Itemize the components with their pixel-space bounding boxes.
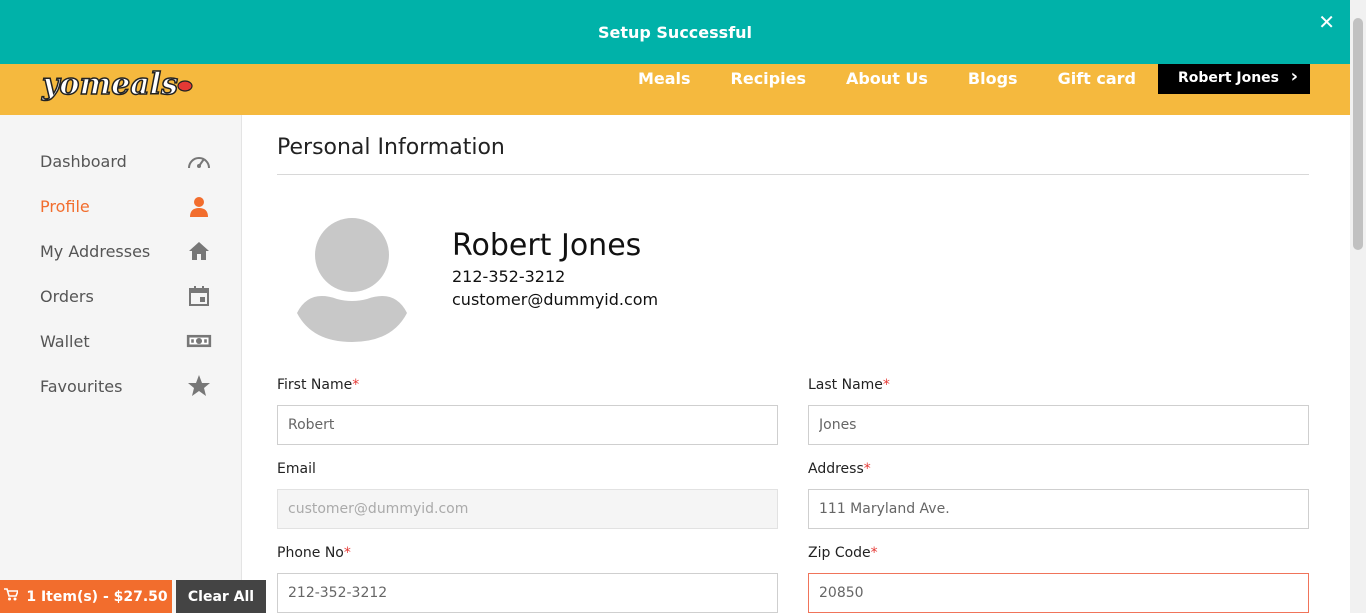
sidebar: Dashboard Profile My Addresses Orders Wa… bbox=[0, 115, 242, 613]
page-title: Personal Information bbox=[277, 135, 505, 160]
first-name-field[interactable] bbox=[277, 405, 778, 445]
page-scrollbar[interactable] bbox=[1350, 0, 1366, 613]
email-label: Email bbox=[277, 461, 316, 477]
sidebar-item-my-addresses[interactable]: My Addresses bbox=[40, 236, 212, 266]
user-menu-button[interactable]: Robert Jones › bbox=[1158, 62, 1310, 94]
title-divider bbox=[277, 174, 1309, 175]
last-name-field[interactable] bbox=[808, 405, 1309, 445]
main-nav: Meals Recipies About Us Blogs Gift card … bbox=[598, 62, 1310, 94]
profile-name: Robert Jones bbox=[452, 228, 642, 263]
toast-message: Setup Successful bbox=[597, 22, 753, 42]
cart-summary-label: 1 Item(s) - $27.50 bbox=[26, 588, 168, 605]
clear-all-button[interactable]: Clear All bbox=[176, 580, 266, 613]
nav-recipies[interactable]: Recipies bbox=[731, 69, 806, 88]
sidebar-item-dashboard[interactable]: Dashboard bbox=[40, 146, 212, 176]
speedometer-icon bbox=[186, 148, 212, 174]
sidebar-item-label: Orders bbox=[40, 286, 94, 306]
last-name-label: Last Name* bbox=[808, 377, 890, 393]
star-icon bbox=[186, 373, 212, 399]
email-field bbox=[277, 489, 778, 529]
success-toast: Setup Successful ✕ bbox=[0, 0, 1350, 64]
cart-icon bbox=[4, 588, 20, 605]
phone-field[interactable] bbox=[277, 573, 778, 613]
chevron-right-icon: › bbox=[1290, 66, 1298, 87]
home-icon bbox=[186, 238, 212, 264]
sidebar-item-wallet[interactable]: Wallet bbox=[40, 326, 212, 356]
address-label: Address* bbox=[808, 461, 871, 477]
profile-phone: 212-352-3212 bbox=[452, 267, 566, 286]
sidebar-item-label: My Addresses bbox=[40, 241, 151, 261]
sidebar-item-label: Wallet bbox=[40, 331, 90, 351]
phone-label: Phone No* bbox=[277, 545, 351, 561]
cart-summary-button[interactable]: 1 Item(s) - $27.50 bbox=[0, 580, 172, 613]
sidebar-item-label: Profile bbox=[40, 196, 90, 216]
calendar-icon bbox=[186, 283, 212, 309]
scrollbar-thumb[interactable] bbox=[1353, 18, 1363, 250]
sidebar-item-orders[interactable]: Orders bbox=[40, 281, 212, 311]
svg-text:yomeals: yomeals bbox=[41, 67, 178, 102]
zip-code-label: Zip Code* bbox=[808, 545, 878, 561]
sidebar-item-favourites[interactable]: Favourites bbox=[40, 371, 212, 401]
nav-about-us[interactable]: About Us bbox=[846, 69, 928, 88]
avatar-placeholder bbox=[297, 218, 407, 342]
profile-email: customer@dummyid.com bbox=[452, 290, 659, 309]
yomeals-logo[interactable]: yomeals bbox=[40, 60, 200, 110]
first-name-label: First Name* bbox=[277, 377, 360, 393]
user-menu-label: Robert Jones bbox=[1178, 70, 1280, 86]
sidebar-item-label: Dashboard bbox=[40, 151, 127, 171]
sidebar-item-profile[interactable]: Profile bbox=[40, 191, 212, 221]
zip-code-field[interactable] bbox=[808, 573, 1309, 613]
nav-meals[interactable]: Meals bbox=[638, 69, 691, 88]
close-icon[interactable]: ✕ bbox=[1318, 10, 1335, 34]
address-field[interactable] bbox=[808, 489, 1309, 529]
nav-gift-card[interactable]: Gift card bbox=[1058, 69, 1136, 88]
nav-blogs[interactable]: Blogs bbox=[968, 69, 1018, 88]
money-icon bbox=[186, 328, 212, 354]
person-icon bbox=[186, 193, 212, 219]
sidebar-item-label: Favourites bbox=[40, 376, 123, 396]
